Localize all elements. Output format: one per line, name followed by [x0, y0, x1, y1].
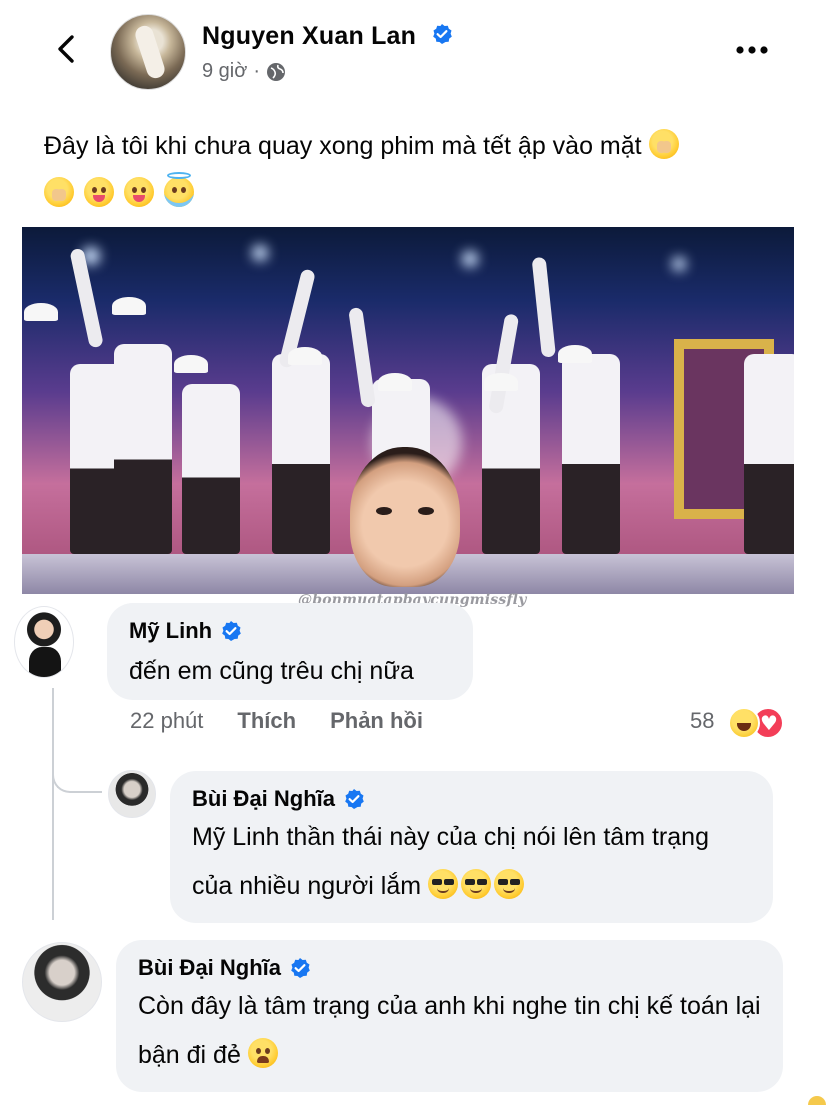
back-arrow-icon[interactable] — [50, 32, 84, 66]
commenter-name-row: Mỹ Linh — [129, 617, 451, 645]
commenter-name-row: Bùi Đại Nghĩa — [192, 785, 751, 813]
smiling-face-with-sunglasses-icon — [461, 869, 492, 900]
comment-text: đến em cũng trêu chị nữa — [129, 657, 414, 685]
reply-button[interactable]: Phản hồi — [330, 708, 423, 734]
comment-bubble: Bùi Đại Nghĩa Mỹ Linh thần thái này của … — [170, 771, 773, 923]
face-with-hand-over-mouth-icon — [648, 129, 679, 160]
smiling-face-with-sunglasses-icon — [428, 869, 459, 900]
verified-badge-icon — [291, 958, 310, 978]
post-author[interactable]: Nguyen Xuan Lan — [202, 22, 453, 51]
squinting-face-with-tongue-icon — [123, 177, 154, 208]
globe-icon[interactable] — [266, 62, 286, 82]
haha-reaction-icon — [728, 707, 760, 739]
commenter-name[interactable]: Mỹ Linh — [129, 617, 212, 645]
commenter-name[interactable]: Bùi Đại Nghĩa — [138, 954, 281, 982]
comment-bubble: Mỹ Linh đến em cũng trêu chị nữa — [107, 603, 473, 700]
thread-line — [52, 688, 54, 920]
smiling-face-with-halo-icon — [163, 172, 194, 208]
commenter-avatar[interactable] — [108, 770, 156, 818]
reaction-peek-icon — [808, 1096, 826, 1105]
verified-badge-icon — [433, 24, 453, 45]
comment-text: Còn đây là tâm trạng của anh khi nghe ti… — [138, 982, 761, 1080]
comment-bubble: Bùi Đại Nghĩa Còn đây là tâm trạng của a… — [116, 940, 783, 1092]
comment-text: Mỹ Linh thần thái này của chị nói lên tâ… — [192, 813, 751, 911]
reaction-count[interactable]: 58 — [690, 708, 714, 734]
comment-time[interactable]: 22 phút — [130, 708, 203, 734]
commenter-avatar[interactable] — [14, 606, 74, 678]
reaction-icons[interactable] — [728, 707, 784, 739]
meta-separator: · — [253, 60, 261, 82]
more-options-icon[interactable] — [735, 40, 769, 60]
commenter-name-row: Bùi Đại Nghĩa — [138, 954, 761, 982]
post-time[interactable]: 9 giờ — [202, 60, 247, 83]
comment-text-content: Còn đây là tâm trạng của anh khi nghe ti… — [138, 992, 761, 1069]
verified-badge-icon — [222, 621, 241, 641]
thread-branch — [52, 735, 102, 793]
like-button[interactable]: Thích — [237, 708, 296, 734]
weary-face-icon — [247, 1038, 278, 1069]
post-meta: 9 giờ · — [202, 60, 286, 83]
post-text-content: Đây là tôi khi chưa quay xong phim mà tế… — [44, 132, 642, 160]
face-with-hand-over-mouth-icon — [44, 177, 74, 208]
smiling-face-with-sunglasses-icon — [494, 869, 525, 900]
squinting-face-with-tongue-icon — [83, 177, 114, 208]
verified-badge-icon — [345, 789, 364, 809]
author-avatar[interactable] — [110, 14, 186, 90]
commenter-avatar[interactable] — [22, 942, 102, 1022]
post-author-name[interactable]: Nguyen Xuan Lan — [202, 22, 416, 50]
post-photo[interactable] — [22, 227, 794, 594]
commenter-name[interactable]: Bùi Đại Nghĩa — [192, 785, 335, 813]
post-text: Đây là tôi khi chưa quay xong phim mà tế… — [44, 122, 784, 218]
comment-actions: 22 phút Thích Phản hồi — [130, 708, 423, 734]
